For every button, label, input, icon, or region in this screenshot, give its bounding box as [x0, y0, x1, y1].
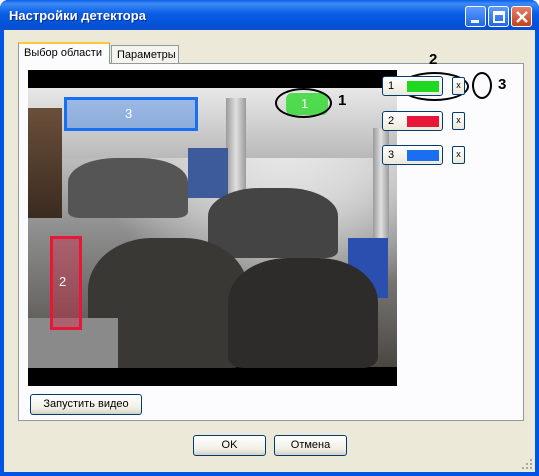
- callout-ring-1: [275, 88, 332, 118]
- storefront: [28, 108, 62, 218]
- zone-3-label: 3: [125, 106, 133, 121]
- title-bar[interactable]: Настройки детектора: [0, 0, 539, 30]
- delete-zone-2-button[interactable]: x: [452, 112, 465, 130]
- zone-button-number: 3: [388, 149, 395, 161]
- window-title: Настройки детектора: [9, 8, 146, 23]
- zone-color-swatch: [407, 116, 439, 127]
- dialog-body: Выбор области Параметры 3 2 1 1 2 3 1 x …: [4, 30, 535, 472]
- cancel-button[interactable]: Отмена: [274, 435, 347, 456]
- maximize-button[interactable]: [488, 6, 509, 27]
- minimize-button[interactable]: [465, 6, 486, 27]
- delete-zone-3-button[interactable]: x: [452, 146, 465, 164]
- zone-button-number: 2: [388, 115, 395, 127]
- zone-button-1[interactable]: 1: [382, 76, 443, 96]
- callout-number-1: 1: [338, 92, 347, 109]
- crowd: [228, 258, 378, 368]
- start-video-button[interactable]: Запустить видео: [30, 394, 142, 415]
- video-preview[interactable]: 3 2 1: [28, 70, 397, 386]
- resize-grip-icon[interactable]: [521, 458, 533, 470]
- zone-2-label: 2: [59, 274, 67, 289]
- maximize-icon: [493, 11, 505, 23]
- callout-number-2: 2: [429, 51, 438, 68]
- zone-color-swatch: [407, 81, 439, 92]
- crowd: [208, 188, 338, 258]
- detector-settings-window: Настройки детектора Выбор области Параме…: [0, 0, 539, 476]
- crowd: [68, 158, 188, 218]
- tab-parameters[interactable]: Параметры: [111, 45, 179, 64]
- callout-number-3: 3: [498, 76, 507, 93]
- ok-button[interactable]: OK: [193, 435, 266, 456]
- zone-button-2[interactable]: 2: [382, 111, 443, 131]
- minimize-icon: [471, 20, 479, 23]
- delete-zone-1-button[interactable]: x: [452, 77, 465, 95]
- tab-area-selection[interactable]: Выбор области: [18, 42, 110, 64]
- zone-button-3[interactable]: 3: [382, 145, 443, 165]
- close-button[interactable]: [511, 6, 532, 27]
- info-stand: [188, 148, 228, 198]
- callout-ring-3: [472, 72, 492, 99]
- zone-color-swatch: [407, 150, 439, 161]
- close-icon: [516, 11, 528, 23]
- zone-button-number: 1: [388, 80, 395, 92]
